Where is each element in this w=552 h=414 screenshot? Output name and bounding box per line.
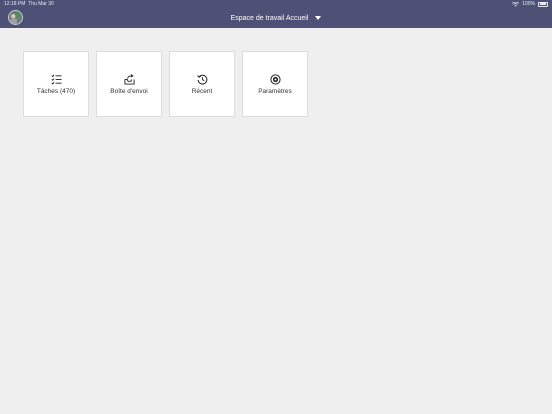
status-date: Thu Mar 30	[28, 1, 54, 7]
wifi-icon	[512, 1, 520, 7]
battery-icon	[538, 1, 548, 7]
workspace-selector[interactable]: Espace de travail Accueil	[0, 12, 552, 24]
status-bar: 12:18 PM Thu Mar 30 100%	[0, 0, 552, 8]
home-tiles: Tâches (470) Boîte d'envoi Récent Paramè…	[23, 51, 308, 117]
task-list-icon	[50, 74, 62, 85]
outbox-icon	[123, 73, 135, 85]
tile-label: Boîte d'envoi	[110, 87, 148, 95]
top-bar: 12:18 PM Thu Mar 30 100% Espace de trava…	[0, 0, 552, 28]
workspace-title: Espace de travail Accueil	[230, 14, 309, 22]
status-indicators: 100%	[512, 0, 548, 8]
tile-recent[interactable]: Récent	[169, 51, 235, 117]
tile-tasks[interactable]: Tâches (470)	[23, 51, 89, 117]
tile-settings[interactable]: Paramètres	[242, 51, 308, 117]
battery-percent: 100%	[522, 1, 535, 7]
tile-label: Récent	[191, 87, 213, 95]
status-time: 12:18 PM	[4, 1, 26, 7]
tile-label: Paramètres	[258, 87, 292, 95]
tile-label: Tâches (470)	[36, 87, 76, 95]
status-time-date: 12:18 PM Thu Mar 30	[4, 0, 54, 8]
tile-outbox[interactable]: Boîte d'envoi	[96, 51, 162, 117]
chevron-down-icon	[315, 16, 322, 20]
history-icon	[196, 74, 207, 85]
settings-icon	[269, 73, 281, 85]
